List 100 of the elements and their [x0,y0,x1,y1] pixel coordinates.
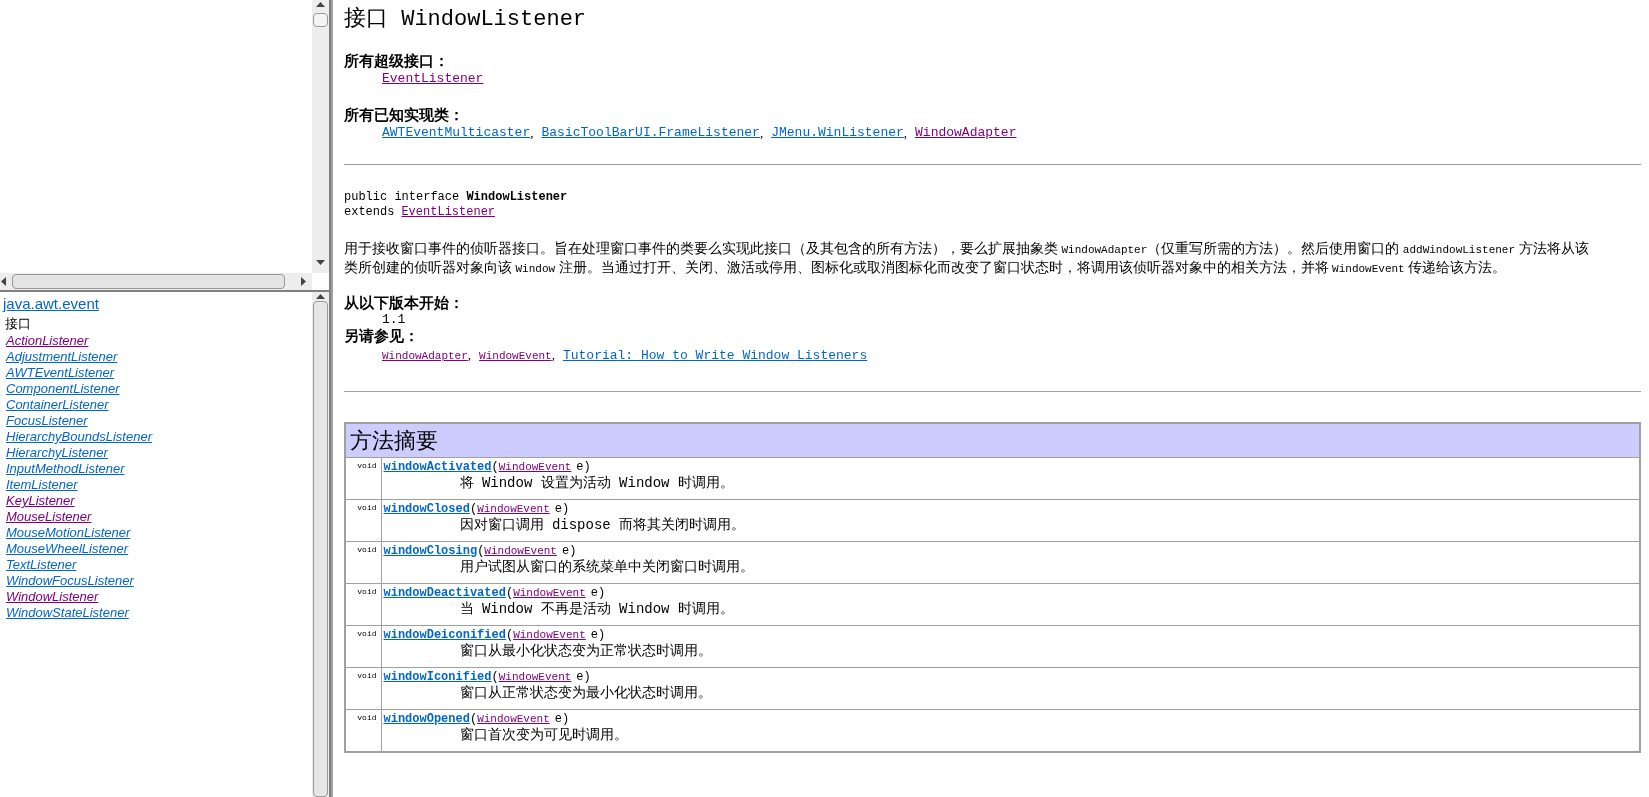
param-name: e [554,502,562,517]
interface-link[interactable]: AdjustmentListener [6,349,118,365]
version-text: 1.1 [381,312,407,327]
horizontal-scrollbar[interactable] [0,273,312,290]
interface-link[interactable]: TextListener [6,557,77,573]
interface-link[interactable]: KeyListener [6,493,75,509]
scroll-up-icon[interactable] [316,294,325,299]
method-description: 将 Window 设置为活动 Window 时调用。 [458,475,735,492]
class-link[interactable]: WindowEvent [498,460,572,475]
paren: ) [583,460,591,475]
method-link[interactable]: windowActivated [383,460,492,475]
class-link[interactable]: AWTEventMulticaster [382,124,531,142]
vertical-scrollbar[interactable] [312,0,329,273]
declaration: public interface WindowListener [344,190,569,205]
class-link[interactable]: WindowAdapter [915,124,1017,142]
interface-link[interactable]: WindowFocusListener [6,573,134,589]
table-cell: void [345,457,381,500]
paren: ( [469,502,478,517]
separator: , [530,124,534,142]
method-description: 当 Window 不再是活动 Window 时调用。 [458,601,735,618]
interface-link[interactable]: WindowListener [6,589,99,605]
description-paragraph: 用于接收窗口事件的侦听器接口。旨在处理窗口事件的类要么实现此接口（及其包含的所有方法），要么扩展抽象类 WindowAdapter（仅重写所需的方法）。然后使用窗口的 addWindowListener 方法将从该类所创建的侦听器对象向该 Window 注册。当通过打开、关闭、激活或停用、图标化或取消图标化而改变了窗口状态时，将调用该侦听器对象中的相关方法，并将 WindowEvent 传递给该方法。 [344,240,1590,277]
scroll-down-icon[interactable] [316,260,325,265]
paren: ) [561,712,570,727]
interface-link[interactable]: ItemListener [6,477,78,493]
separator: , [551,346,555,364]
param-name: e [554,712,562,727]
param-name: e [561,544,570,559]
method-link[interactable]: windowOpened [383,712,470,727]
param-name: e [576,670,584,685]
method-description: 窗口首次变为可见时调用。 [458,727,629,744]
package-link[interactable]: java.awt.event [3,295,99,313]
method-description: 用户试图从窗口的系统菜单中关闭窗口时调用。 [458,559,755,576]
interface-link[interactable]: WindowStateListener [6,605,129,621]
method-link[interactable]: windowIconified [383,670,492,685]
separator: , [759,124,764,142]
class-link[interactable]: EventListener [401,205,496,220]
method-link[interactable]: windowClosed [383,502,470,517]
interface-link[interactable]: ContainerListener [6,397,109,413]
page-title: 接口 WindowListener [344,6,588,34]
table-cell: void [345,583,381,626]
paren: ) [561,502,570,517]
see-also-link[interactable]: WindowAdapter [382,346,468,366]
scroll-thumb[interactable] [313,13,328,27]
paren: ( [469,712,478,727]
interface-link[interactable]: MouseListener [6,509,92,525]
param-name: e [576,460,584,475]
paren: ( [491,460,499,475]
see-also-link[interactable]: WindowEvent [479,346,552,366]
section-label: 从以下版本开始： [344,294,465,312]
interface-link[interactable]: HierarchyListener [6,445,108,461]
table-cell: void [345,625,381,668]
section-label: 所有超级接口： [344,52,450,70]
interface-link[interactable]: InputMethodListener [6,461,125,477]
paren: ( [505,628,514,643]
scroll-thumb[interactable] [12,274,285,289]
method-description: 窗口从正常状态变为最小化状态时调用。 [458,685,713,702]
table-cell: void [345,541,381,584]
interface-link[interactable]: ComponentListener [6,381,120,397]
method-description: 因对窗口调用 dispose 而将其关闭时调用。 [458,517,747,534]
class-link[interactable]: WindowEvent [498,670,572,685]
interface-link[interactable]: MouseWheelListener [6,541,129,557]
class-link[interactable]: EventListener [382,70,484,88]
scroll-up-icon[interactable] [316,2,325,7]
extends-keyword: extends [344,205,395,220]
class-link[interactable]: WindowEvent [513,628,586,643]
class-link[interactable]: JMenu.WinListener [771,124,904,142]
separator: , [467,346,472,364]
class-link[interactable]: WindowEvent [477,712,550,727]
method-link[interactable]: windowClosing [383,544,478,559]
table-cell: void [345,667,381,710]
see-also-link[interactable]: Tutorial: How to Write Window Listeners [562,346,868,366]
paren: ( [491,670,499,685]
paren: ) [597,586,606,601]
class-link[interactable]: WindowEvent [484,544,557,559]
paren: ( [505,586,514,601]
param-name: e [590,586,598,601]
paren: ) [569,544,577,559]
method-link[interactable]: windowDeiconified [383,628,506,643]
scroll-right-icon[interactable] [301,277,306,286]
separator: , [903,124,908,142]
param-name: e [590,628,598,643]
interface-link[interactable]: FocusListener [6,413,88,429]
paren: ) [583,670,591,685]
paren: ( [477,544,485,559]
class-link[interactable]: WindowEvent [513,586,586,601]
section-label: 另请参见： [344,327,420,345]
table-header: 方法摘要 [345,423,1640,458]
interface-link[interactable]: ActionListener [6,333,89,349]
class-link[interactable]: WindowEvent [477,502,550,517]
section-label: 所有已知实现类： [344,106,465,124]
interface-link[interactable]: MouseMotionListener [6,525,131,541]
class-link[interactable]: BasicToolBarUI.FrameListener [541,124,760,142]
scroll-left-icon[interactable] [1,277,6,286]
section-label: 接口 [5,315,31,333]
method-link[interactable]: windowDeactivated [383,586,506,601]
method-description: 窗口从最小化状态变为正常状态时调用。 [458,643,713,660]
interface-link[interactable]: HierarchyBoundsListener [6,429,152,445]
table-cell: void [345,499,381,542]
interface-link[interactable]: AWTEventListener [6,365,115,381]
